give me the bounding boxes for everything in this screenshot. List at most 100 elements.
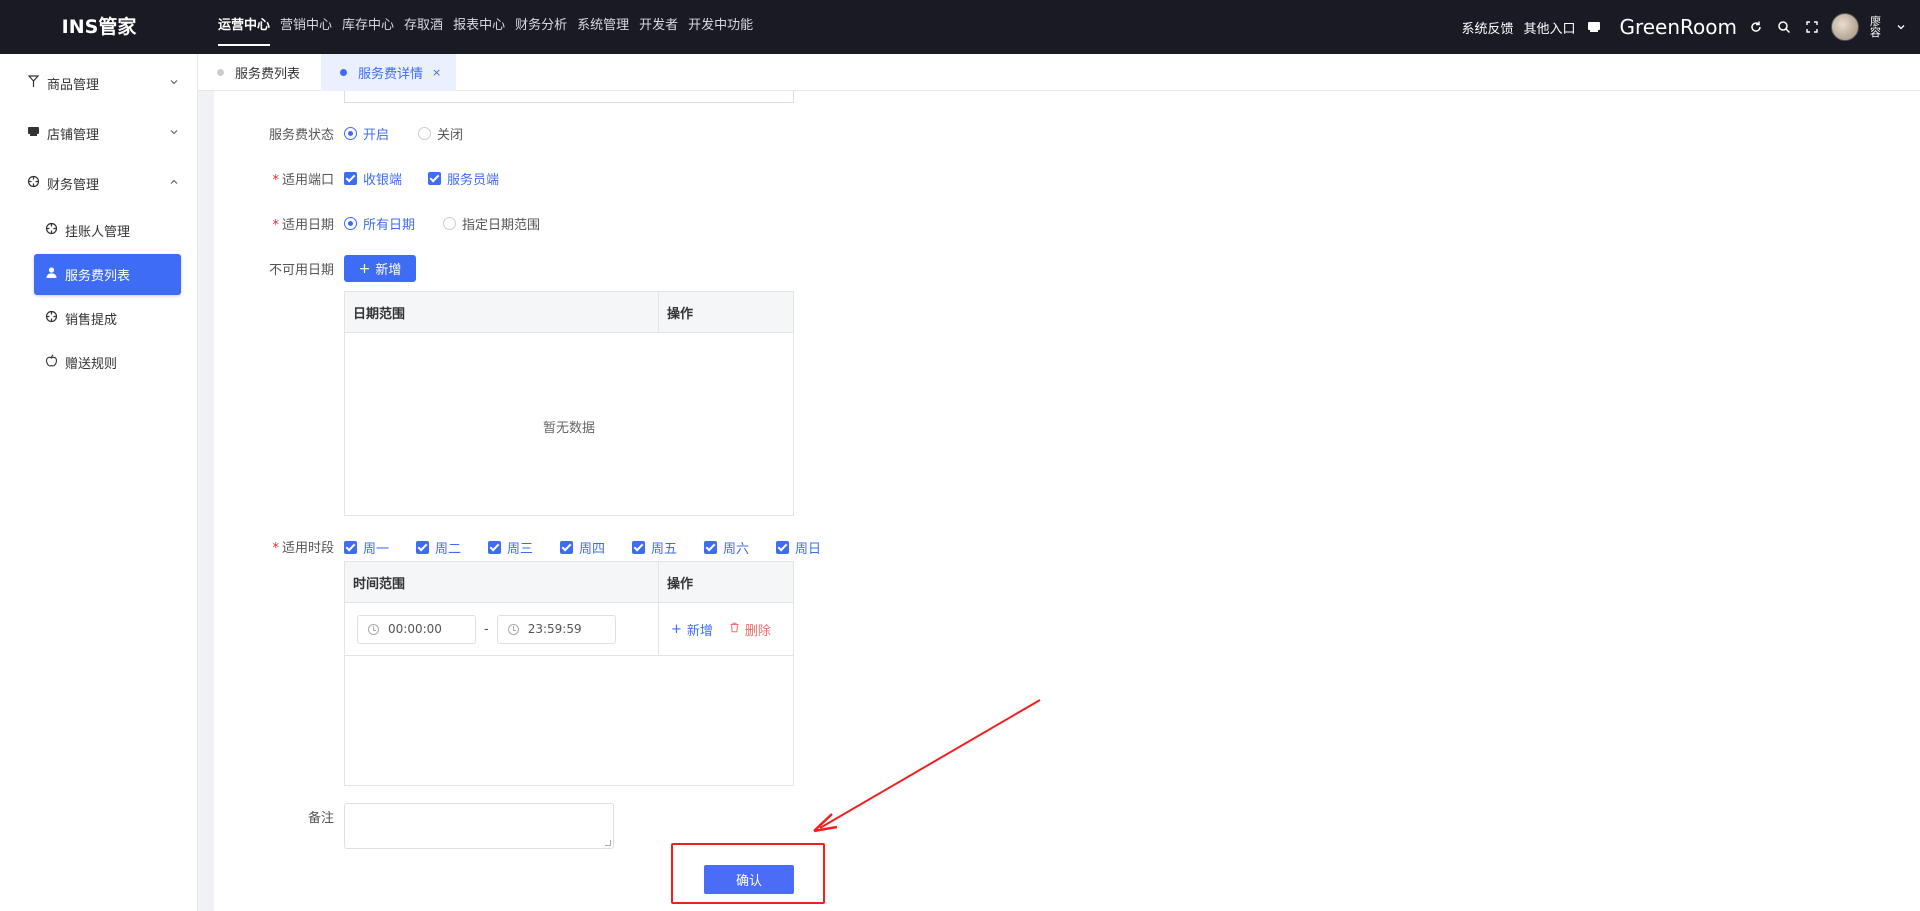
trash-icon bbox=[729, 622, 740, 637]
terminal-option-cashier[interactable]: 收银端 bbox=[344, 169, 402, 188]
sidebar-item-account-holders[interactable]: 挂账人管理 bbox=[34, 210, 181, 251]
refresh-icon[interactable] bbox=[1747, 18, 1765, 36]
status-option-off[interactable]: 关闭 bbox=[418, 124, 463, 143]
weekday-monday[interactable]: 周一 bbox=[344, 538, 389, 557]
time-periods-table: 时间范围 操作 00:00:00 - 23:59:59 + 新增 删除 bbox=[344, 561, 794, 786]
start-time-picker[interactable]: 00:00:00 bbox=[357, 614, 476, 644]
checkbox-checked bbox=[632, 541, 645, 554]
sidebar-group-label: 商品管理 bbox=[47, 77, 100, 93]
checkbox-checked bbox=[704, 541, 717, 554]
weekday-tuesday[interactable]: 周二 bbox=[416, 538, 461, 557]
sidebar-group-label: 店铺管理 bbox=[47, 127, 100, 143]
user-avatar[interactable] bbox=[1831, 13, 1859, 41]
dates-label: * 适用日期 bbox=[272, 218, 334, 233]
user-name[interactable]: 廖容 bbox=[1869, 16, 1882, 38]
radio-unselected bbox=[418, 127, 431, 140]
clock-icon bbox=[507, 623, 519, 635]
sidebar-item-label: 挂账人管理 bbox=[65, 225, 131, 240]
radio-selected bbox=[344, 217, 357, 230]
checkbox-checked bbox=[416, 541, 429, 554]
topnav-item-developer[interactable]: 开发者 bbox=[634, 0, 683, 54]
weekday-sunday[interactable]: 周日 bbox=[776, 538, 821, 557]
radio-unselected bbox=[443, 217, 456, 230]
sidebar-group-goods[interactable]: 商品管理 bbox=[0, 58, 197, 108]
top-bar: INS管家 运营中心 营销中心 库存中心 存取酒 报表中心 财务分析 系统管理 … bbox=[0, 0, 1920, 54]
chevron-down-icon[interactable] bbox=[1892, 18, 1910, 36]
status-label: 服务费状态 bbox=[268, 128, 334, 143]
sidebar-item-label: 服务费列表 bbox=[65, 269, 131, 284]
table-header: 时间范围 操作 bbox=[345, 562, 793, 603]
search-icon[interactable] bbox=[1775, 18, 1793, 36]
close-icon[interactable]: × bbox=[432, 66, 441, 79]
topnav-item-inventory[interactable]: 库存中心 bbox=[337, 0, 399, 54]
sidebar-group-finance[interactable]: 财务管理 bbox=[0, 158, 197, 208]
periods-label: * 适用时段 bbox=[272, 541, 334, 556]
fullscreen-icon[interactable] bbox=[1803, 18, 1821, 36]
store-icon bbox=[1585, 18, 1603, 36]
end-time-picker[interactable]: 23:59:59 bbox=[496, 614, 616, 644]
terminals-label: * 适用端口 bbox=[272, 173, 334, 188]
sidebar: 商品管理 店铺管理 财务管理 挂账人管理 服务费列表 销售提成 赠送规则 bbox=[0, 54, 198, 911]
previous-field-input[interactable] bbox=[344, 91, 794, 103]
sidebar-item-service-fee-list[interactable]: 服务费列表 bbox=[34, 254, 181, 295]
topnav-item-operations[interactable]: 运营中心 bbox=[213, 0, 275, 54]
weekday-friday[interactable]: 周五 bbox=[632, 538, 677, 557]
tab-bar: 服务费列表 服务费详情 × bbox=[198, 54, 1920, 91]
terminal-option-waiter[interactable]: 服务员端 bbox=[428, 169, 499, 188]
tab-dot bbox=[340, 69, 347, 76]
sidebar-group-store[interactable]: 店铺管理 bbox=[0, 108, 197, 158]
feedback-link[interactable]: 系统反馈 bbox=[1461, 18, 1513, 37]
checkbox-checked bbox=[344, 172, 357, 185]
sidebar-group-label: 财务管理 bbox=[47, 177, 100, 193]
table-header: 日期范围 操作 bbox=[345, 292, 793, 333]
time-range-cell: 00:00:00 - 23:59:59 bbox=[345, 603, 659, 655]
other-entry-link[interactable]: 其他入口 bbox=[1523, 18, 1575, 37]
topnav-item-finance-analysis[interactable]: 财务分析 bbox=[510, 0, 572, 54]
app-logo[interactable]: INS管家 bbox=[0, 0, 198, 54]
remark-textarea[interactable] bbox=[344, 803, 614, 849]
topnav-item-reports[interactable]: 报表中心 bbox=[448, 0, 510, 54]
table-row: 00:00:00 - 23:59:59 + 新增 删除 bbox=[345, 603, 793, 656]
store-icon bbox=[25, 125, 41, 142]
column-header-date-range: 日期范围 bbox=[345, 292, 659, 332]
weekday-saturday[interactable]: 周六 bbox=[704, 538, 749, 557]
user-icon bbox=[43, 266, 59, 283]
sidebar-item-sales-commission[interactable]: 销售提成 bbox=[34, 298, 181, 339]
tab-service-fee-detail[interactable]: 服务费详情 × bbox=[321, 54, 456, 91]
add-unavailable-date-button[interactable]: + 新增 bbox=[344, 255, 416, 282]
clock-icon bbox=[368, 623, 379, 635]
status-option-on[interactable]: 开启 bbox=[344, 124, 389, 143]
dates-option-all[interactable]: 所有日期 bbox=[344, 214, 415, 233]
tab-dot bbox=[217, 69, 224, 76]
finance-icon bbox=[43, 222, 59, 239]
topnav-item-marketing[interactable]: 营销中心 bbox=[275, 0, 337, 54]
radio-selected bbox=[344, 127, 357, 140]
tab-service-fee-list[interactable]: 服务费列表 bbox=[198, 54, 321, 91]
chevron-up-icon bbox=[169, 177, 179, 190]
add-period-link[interactable]: + 新增 bbox=[671, 620, 713, 639]
plus-icon: + bbox=[358, 260, 371, 277]
top-nav: 运营中心 营销中心 库存中心 存取酒 报表中心 财务分析 系统管理 开发者 开发… bbox=[213, 0, 758, 54]
delete-period-link[interactable]: 删除 bbox=[729, 620, 771, 639]
weekday-wednesday[interactable]: 周三 bbox=[488, 538, 533, 557]
store-name[interactable]: GreenRoom bbox=[1619, 15, 1737, 39]
weekday-thursday[interactable]: 周四 bbox=[560, 538, 605, 557]
topnav-item-in-development[interactable]: 开发中功能 bbox=[683, 0, 758, 54]
finance-icon bbox=[25, 175, 41, 192]
empty-state-text: 暂无数据 bbox=[542, 421, 595, 436]
sidebar-item-gift-rules[interactable]: 赠送规则 bbox=[34, 342, 181, 383]
confirm-button[interactable]: 确认 bbox=[704, 865, 794, 894]
dates-option-range[interactable]: 指定日期范围 bbox=[443, 214, 540, 233]
finance-icon bbox=[43, 310, 59, 327]
tab-label: 服务费详情 bbox=[358, 67, 424, 82]
topnav-item-wine-storage[interactable]: 存取酒 bbox=[399, 0, 448, 54]
column-header-time-range: 时间范围 bbox=[345, 562, 659, 602]
remark-label: 备注 bbox=[307, 811, 334, 826]
sidebar-item-label: 赠送规则 bbox=[65, 357, 118, 372]
goods-icon bbox=[25, 74, 41, 92]
topnav-item-system[interactable]: 系统管理 bbox=[572, 0, 634, 54]
unavailable-dates-label: 不可用日期 bbox=[268, 263, 334, 278]
chevron-down-icon bbox=[169, 77, 179, 90]
checkbox-checked bbox=[344, 541, 357, 554]
plus-icon: + bbox=[671, 621, 682, 637]
